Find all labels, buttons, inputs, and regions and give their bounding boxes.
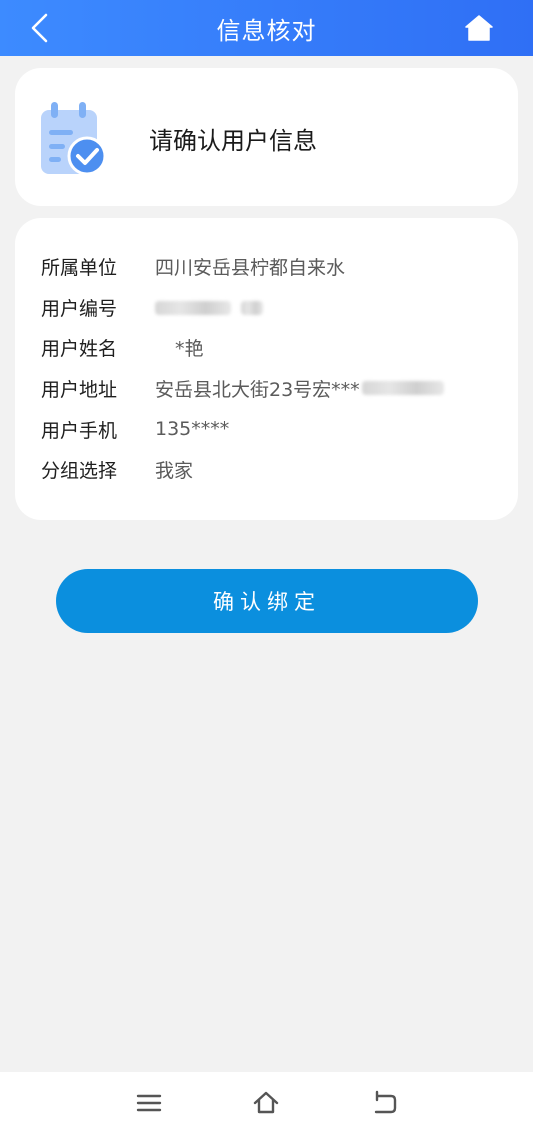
info-label: 用户地址 [41, 378, 118, 401]
info-label: 分组选择 [41, 459, 118, 482]
info-value-redacted [155, 296, 264, 318]
info-value: *艳 [175, 337, 204, 360]
info-row-user-name: 用户姓名 *艳 [41, 332, 204, 362]
info-label: 所属单位 [41, 256, 118, 279]
calendar-check-icon [41, 102, 107, 176]
confirm-bind-button[interactable]: 确认绑定 [56, 569, 478, 633]
info-row-unit: 所属单位 四川安岳县柠都自来水 [41, 251, 345, 281]
home-outline-icon[interactable] [251, 1088, 281, 1118]
info-row-address: 用户地址 安岳县北大街23号宏*** [41, 373, 444, 403]
home-button[interactable] [463, 12, 495, 44]
chevron-left-icon [31, 13, 48, 43]
confirm-card: 请确认用户信息 [15, 68, 518, 206]
menu-icon[interactable] [134, 1088, 164, 1118]
page: 信息核对 请确认用户信息 所属单位 四川安岳县柠都自来水 用户编号 用户姓名 *… [0, 0, 533, 1135]
header-bar: 信息核对 [0, 0, 533, 56]
info-value: 安岳县北大街23号宏*** [155, 378, 360, 401]
info-label: 用户手机 [41, 419, 118, 442]
back-button[interactable] [28, 10, 68, 46]
info-row-phone: 用户手机 135**** [41, 414, 229, 444]
info-label: 用户编号 [41, 297, 118, 320]
info-value: 135**** [155, 418, 230, 440]
info-value[interactable]: 我家 [155, 456, 193, 483]
page-title: 信息核对 [216, 16, 317, 45]
info-row-user-number: 用户编号 [41, 292, 264, 322]
user-info-card: 所属单位 四川安岳县柠都自来水 用户编号 用户姓名 *艳 用户地址 安岳县北大街… [15, 218, 518, 520]
info-row-group: 分组选择 我家 [41, 454, 193, 484]
info-value: 四川安岳县柠都自来水 [155, 256, 346, 279]
home-icon [465, 15, 493, 41]
back-icon[interactable] [369, 1088, 399, 1118]
info-label: 用户姓名 [41, 337, 118, 360]
confirm-heading: 请确认用户信息 [149, 127, 317, 155]
address-redacted [361, 381, 444, 395]
system-nav-bar [0, 1072, 533, 1135]
